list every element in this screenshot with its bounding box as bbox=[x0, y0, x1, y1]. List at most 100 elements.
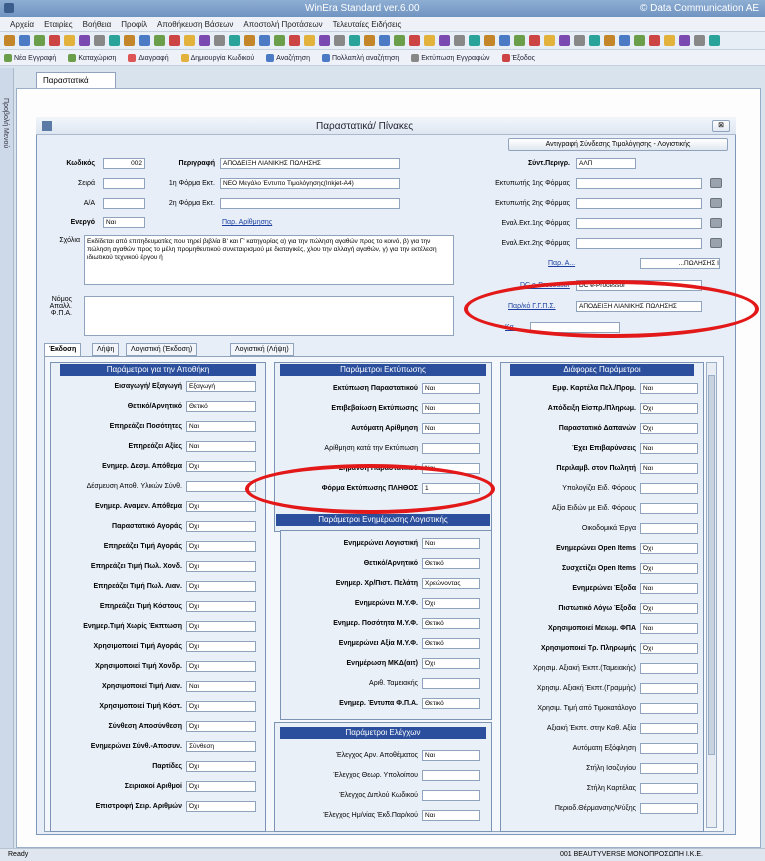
toolbar-icon[interactable] bbox=[304, 35, 315, 46]
toolbar-icon[interactable] bbox=[649, 35, 660, 46]
toolbar-icon[interactable] bbox=[409, 35, 420, 46]
paran-link[interactable]: Παρ. Α... bbox=[548, 260, 575, 267]
printer1-field[interactable] bbox=[576, 178, 702, 189]
paran-field[interactable]: ...ΠΩΛΗΣΗΣ Ι bbox=[640, 258, 720, 269]
toolbar-icon[interactable] bbox=[334, 35, 345, 46]
toolbar-icon[interactable] bbox=[634, 35, 645, 46]
toolbar-icon[interactable] bbox=[154, 35, 165, 46]
tab-issue[interactable]: Έκδοση bbox=[44, 343, 82, 356]
menu-send-suggestions[interactable]: Αποστολή Προτάσεων bbox=[243, 20, 322, 29]
toolbar-icon[interactable] bbox=[319, 35, 330, 46]
warehouse-param-value[interactable]: Όχι bbox=[186, 461, 256, 472]
toolbar-icon[interactable] bbox=[184, 35, 195, 46]
toolbar-icon[interactable] bbox=[34, 35, 45, 46]
toolbar-icon[interactable] bbox=[64, 35, 75, 46]
alt-print1-field[interactable] bbox=[576, 218, 702, 229]
checks-param-value[interactable] bbox=[422, 770, 480, 781]
form1-field[interactable]: ΝΕΟ Μεγάλο Έντυπο Τιμολόγησης(Inkjet-A4) bbox=[220, 178, 400, 189]
printing-param-value[interactable] bbox=[422, 443, 480, 454]
active-field[interactable]: Ναι bbox=[103, 217, 145, 228]
warehouse-param-value[interactable]: Όχι bbox=[186, 761, 256, 772]
warehouse-param-value[interactable]: Ναι bbox=[186, 441, 256, 452]
toolbar-icon[interactable] bbox=[484, 35, 495, 46]
warehouse-param-value[interactable]: Όχι bbox=[186, 581, 256, 592]
menu-companies[interactable]: Εταιρίες bbox=[44, 20, 73, 29]
toolbar-icon[interactable] bbox=[49, 35, 60, 46]
toolbar-icon[interactable] bbox=[379, 35, 390, 46]
printer2-select-icon[interactable] bbox=[710, 198, 722, 208]
toolbar-icon[interactable] bbox=[4, 35, 15, 46]
menu-latest-news[interactable]: Τελευταίες Ειδήσεις bbox=[333, 20, 402, 29]
toolbar-icon[interactable] bbox=[604, 35, 615, 46]
warehouse-param-value[interactable]: Όχι bbox=[186, 501, 256, 512]
warehouse-param-value[interactable]: Όχι bbox=[186, 521, 256, 532]
other-param-value[interactable]: Ναι bbox=[640, 583, 698, 594]
toolbar-icon[interactable] bbox=[574, 35, 585, 46]
toolbar-icon[interactable] bbox=[424, 35, 435, 46]
exit-button[interactable]: Έξοδος bbox=[501, 53, 535, 62]
accounting-param-value[interactable]: Χρεώνοντας bbox=[422, 578, 480, 589]
warehouse-param-value[interactable]: Όχι bbox=[186, 621, 256, 632]
checks-param-value[interactable]: Ναι bbox=[422, 750, 480, 761]
toolbar-icon[interactable] bbox=[259, 35, 270, 46]
other-param-value[interactable]: Ναι bbox=[640, 443, 698, 454]
toolbar-icon[interactable] bbox=[364, 35, 375, 46]
other-param-value[interactable]: Όχι bbox=[640, 403, 698, 414]
toolbar-icon[interactable] bbox=[394, 35, 405, 46]
copy-link-button[interactable]: Αντιγραφή Σύνδεσης Τιμολόγησης - Λογιστι… bbox=[508, 138, 728, 151]
toolbar-icon[interactable] bbox=[439, 35, 450, 46]
toolbar-icon[interactable] bbox=[229, 35, 240, 46]
printing-param-value[interactable]: Ναι bbox=[422, 403, 480, 414]
other-param-value[interactable]: Ναι bbox=[640, 463, 698, 474]
warehouse-param-value[interactable]: Σύνθεση bbox=[186, 741, 256, 752]
description-field[interactable]: ΑΠΟΔΕΙΞΗ ΛΙΑΝΙΚΗΣ ΠΩΛΗΣΗΣ bbox=[220, 158, 400, 169]
other-param-value[interactable] bbox=[640, 743, 698, 754]
toolbar-icon[interactable] bbox=[139, 35, 150, 46]
numbering-link[interactable]: Παρ. Αρίθμησης bbox=[222, 219, 272, 226]
search-button[interactable]: Αναζήτηση bbox=[266, 53, 310, 62]
toolbar-icon[interactable] bbox=[349, 35, 360, 46]
other-param-value[interactable]: Όχι bbox=[640, 423, 698, 434]
other-param-value[interactable] bbox=[640, 483, 698, 494]
other-param-value[interactable] bbox=[640, 663, 698, 674]
menu-profile[interactable]: Προφίλ bbox=[121, 20, 147, 29]
toolbar-icon[interactable] bbox=[514, 35, 525, 46]
checks-param-value[interactable]: Ναι bbox=[422, 810, 480, 821]
warehouse-param-value[interactable]: Εξαγωγή bbox=[186, 381, 256, 392]
code-field[interactable]: 002 bbox=[103, 158, 145, 169]
delete-button[interactable]: Διαγραφή bbox=[128, 53, 169, 62]
warehouse-param-value[interactable]: Όχι bbox=[186, 561, 256, 572]
toolbar-icon[interactable] bbox=[544, 35, 555, 46]
warehouse-param-value[interactable]: Όχι bbox=[186, 641, 256, 652]
toolbar-icon[interactable] bbox=[709, 35, 720, 46]
warehouse-param-value[interactable]: Όχι bbox=[186, 661, 256, 672]
toolbar-icon[interactable] bbox=[169, 35, 180, 46]
other-param-value[interactable]: Όχι bbox=[640, 643, 698, 654]
menu-help[interactable]: Βοήθεια bbox=[83, 20, 112, 29]
vat-exempt-law-field[interactable] bbox=[84, 296, 454, 336]
toolbar-icon[interactable] bbox=[619, 35, 630, 46]
create-code-button[interactable]: Δημιουργία Κωδικού bbox=[180, 53, 254, 62]
aa-field[interactable] bbox=[103, 198, 145, 209]
toolbar-icon[interactable] bbox=[664, 35, 675, 46]
other-param-value[interactable] bbox=[640, 783, 698, 794]
accounting-param-value[interactable]: Θετικό bbox=[422, 638, 480, 649]
toolbar-icon[interactable] bbox=[214, 35, 225, 46]
alt-print2-select-icon[interactable] bbox=[710, 238, 722, 248]
other-param-value[interactable] bbox=[640, 503, 698, 514]
multi-search-button[interactable]: Πολλαπλή αναζήτηση bbox=[321, 53, 399, 62]
printer2-field[interactable] bbox=[576, 198, 702, 209]
alt-print2-field[interactable] bbox=[576, 238, 702, 249]
comments-textarea[interactable]: Εκδίδεται από επιτηδευματίες που τηρεί β… bbox=[84, 235, 454, 285]
toolbar-icon[interactable] bbox=[79, 35, 90, 46]
toolbar-icon[interactable] bbox=[199, 35, 210, 46]
printer1-select-icon[interactable] bbox=[710, 178, 722, 188]
tab-documents[interactable]: Παραστατικά bbox=[36, 72, 116, 88]
other-param-value[interactable]: Ναι bbox=[640, 623, 698, 634]
toolbar-icon[interactable] bbox=[529, 35, 540, 46]
toolbar-icon[interactable] bbox=[274, 35, 285, 46]
scrollbar-thumb[interactable] bbox=[708, 375, 715, 755]
toolbar-icon[interactable] bbox=[469, 35, 480, 46]
accounting-param-value[interactable]: Όχι bbox=[422, 598, 480, 609]
toolbar-icon[interactable] bbox=[589, 35, 600, 46]
